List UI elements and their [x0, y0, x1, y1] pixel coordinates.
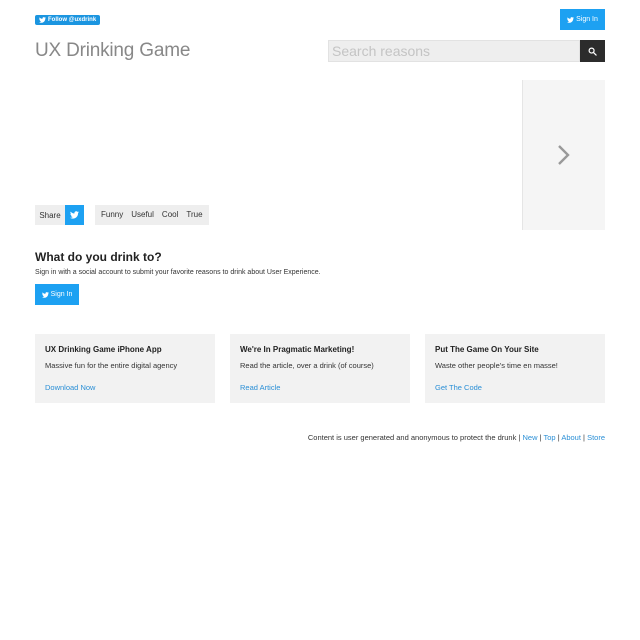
share-label: Share: [35, 205, 65, 225]
promo-card-embed-game: Put The Game On Your Site Waste other pe…: [425, 334, 605, 403]
footer: Content is user generated and anonymous …: [308, 433, 605, 442]
vote-useful-button[interactable]: Useful: [127, 205, 158, 225]
cta-heading: What do you drink to?: [35, 250, 162, 264]
footer-link-top[interactable]: Top: [544, 433, 556, 442]
card-text: Waste other people's time en masse!: [435, 361, 558, 370]
get-the-code-link[interactable]: Get The Code: [435, 383, 482, 392]
site-title[interactable]: UX Drinking Game: [35, 40, 190, 62]
follow-twitter-button[interactable]: Follow @uxdrink: [35, 15, 101, 25]
footer-link-store[interactable]: Store: [587, 433, 605, 442]
vote-funny-button[interactable]: Funny: [97, 205, 127, 225]
next-reason-button[interactable]: [522, 80, 605, 230]
vote-cool-button[interactable]: Cool: [158, 205, 182, 225]
read-article-link[interactable]: Read Article: [240, 383, 280, 392]
search-button[interactable]: [580, 40, 605, 62]
card-text: Read the article, over a drink (of cours…: [240, 361, 374, 370]
twitter-bird-icon: [39, 17, 46, 23]
search-input[interactable]: [328, 40, 580, 62]
signin-label: Sign In: [50, 291, 73, 298]
search-icon: [588, 47, 597, 56]
footer-separator: |: [557, 433, 560, 442]
card-title: We're In Pragmatic Marketing!: [240, 345, 355, 354]
footer-link-about[interactable]: About: [561, 433, 581, 442]
footer-separator: |: [583, 433, 585, 442]
card-text: Massive fun for the entire digital agenc…: [45, 361, 178, 370]
card-title: UX Drinking Game iPhone App: [45, 345, 162, 354]
footer-text: Content is user generated and anonymous …: [307, 433, 517, 442]
cta-text: Sign in with a social account to submit …: [35, 269, 321, 276]
follow-label: Follow @uxdrink: [48, 17, 97, 23]
twitter-bird-icon: [41, 291, 49, 298]
chevron-right-icon: [558, 145, 570, 165]
promo-card-pragmatic-marketing: We're In Pragmatic Marketing! Read the a…: [230, 334, 410, 403]
download-now-link[interactable]: Download Now: [45, 383, 95, 392]
promo-card-iphone-app: UX Drinking Game iPhone App Massive fun …: [35, 334, 215, 403]
signin-label: Sign In: [576, 16, 598, 23]
vote-true-button[interactable]: True: [182, 205, 206, 225]
signin-button-top[interactable]: Sign In: [560, 9, 605, 30]
twitter-bird-icon: [567, 16, 575, 23]
footer-link-new[interactable]: New: [522, 433, 537, 442]
footer-separator: |: [539, 433, 542, 442]
footer-separator: |: [518, 433, 521, 442]
share-twitter-button[interactable]: [65, 205, 84, 225]
signin-button-cta[interactable]: Sign In: [35, 284, 79, 305]
vote-bar: Funny Useful Cool True: [95, 205, 209, 225]
twitter-bird-icon: [70, 211, 79, 219]
card-title: Put The Game On Your Site: [435, 345, 539, 354]
